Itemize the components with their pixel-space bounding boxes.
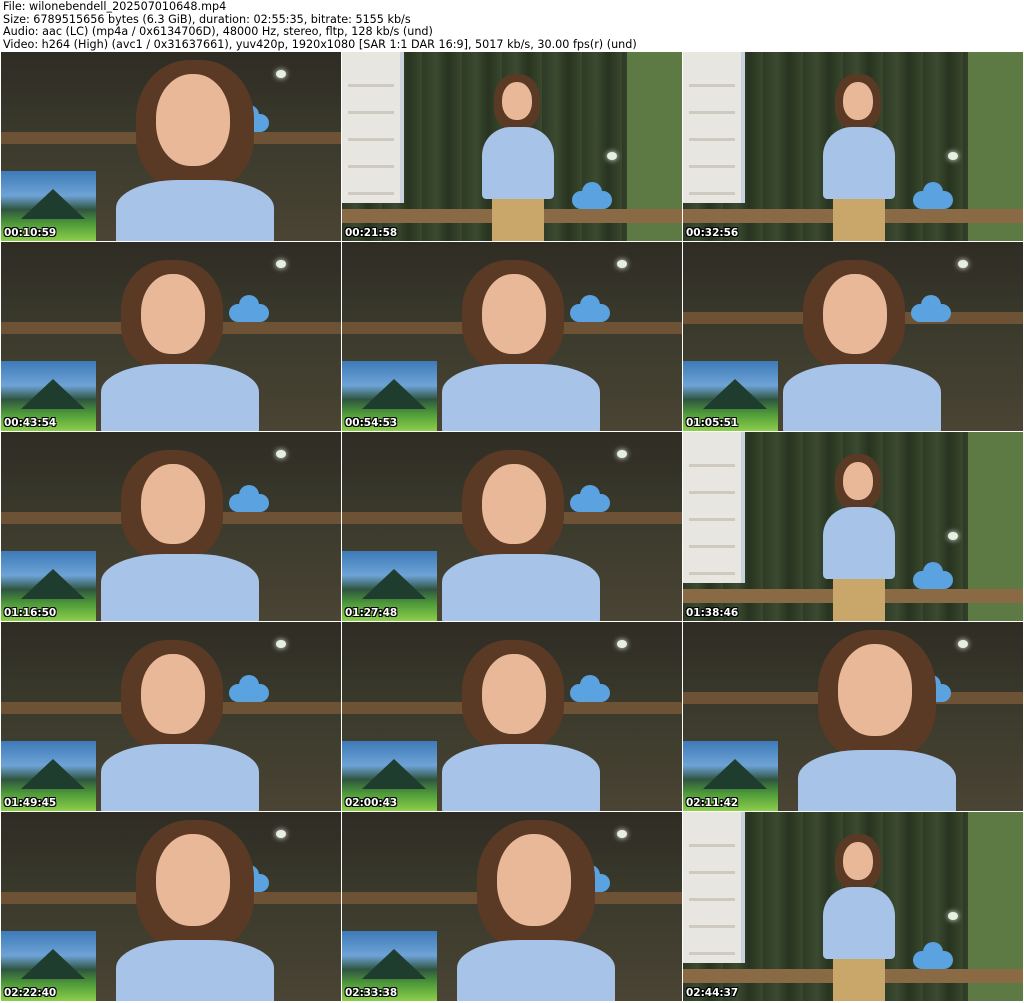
thumbnail-frame: 00:10:59 (1, 52, 341, 241)
file-name-line: File: wilonebendell_202507010648.mp4 (3, 0, 227, 13)
timestamp-label: 00:21:58 (345, 227, 398, 239)
thumbnail-image (683, 52, 1023, 241)
timestamp-label: 02:22:40 (4, 987, 57, 999)
thumbnail-image (342, 622, 682, 811)
audio-info-line: Audio: aac (LC) (mp4a / 0x6134706D), 480… (3, 25, 433, 39)
thumbnail-grid: 00:10:59 00:21:58 00:32:56 00:43:54 00:54:53… (1, 52, 1023, 1002)
timestamp-label: 01:38:46 (686, 607, 739, 619)
timestamp-label: 00:32:56 (686, 227, 739, 239)
video-info-line: Video: h264 (High) (avc1 / 0x31637661), … (3, 37, 637, 51)
thumbnail-frame: 01:05:51 (683, 242, 1023, 431)
thumbnail-image (342, 242, 682, 431)
timestamp-label: 02:44:37 (686, 987, 739, 999)
timestamp-label: 00:10:59 (4, 227, 57, 239)
thumbnail-frame: 02:33:38 (342, 812, 682, 1001)
timestamp-label: 02:11:42 (686, 797, 739, 809)
timestamp-label: 02:33:38 (345, 987, 398, 999)
thumbnail-frame: 02:44:37 (683, 812, 1023, 1001)
thumbnail-image (683, 812, 1023, 1001)
thumbnail-frame: 00:54:53 (342, 242, 682, 431)
thumbnail-frame: 01:38:46 (683, 432, 1023, 621)
thumbnail-frame: 02:22:40 (1, 812, 341, 1001)
thumbnail-frame: 01:27:48 (342, 432, 682, 621)
thumbnail-frame: 01:49:45 (1, 622, 341, 811)
thumbnail-image (1, 432, 341, 621)
thumbnail-image (683, 242, 1023, 431)
file-info-header: File: wilonebendell_202507010648.mp4 Siz… (3, 0, 1021, 51)
timestamp-label: 01:05:51 (686, 417, 739, 429)
thumbnail-image (1, 242, 341, 431)
thumbnail-frame: 01:16:50 (1, 432, 341, 621)
thumbnail-frame: 00:21:58 (342, 52, 682, 241)
thumbnail-image (342, 432, 682, 621)
timestamp-label: 01:49:45 (4, 797, 57, 809)
timestamp-label: 00:54:53 (345, 417, 398, 429)
thumbnail-frame: 00:32:56 (683, 52, 1023, 241)
thumbnail-frame: 02:00:43 (342, 622, 682, 811)
thumbnail-image (342, 812, 682, 1001)
thumbnail-image (1, 812, 341, 1001)
timestamp-label: 00:43:54 (4, 417, 57, 429)
thumbnail-image (342, 52, 682, 241)
thumbnail-image (683, 432, 1023, 621)
thumbnail-frame: 02:11:42 (683, 622, 1023, 811)
timestamp-label: 01:16:50 (4, 607, 57, 619)
thumbnail-image (683, 622, 1023, 811)
timestamp-label: 01:27:48 (345, 607, 398, 619)
timestamp-label: 02:00:43 (345, 797, 398, 809)
thumbnail-image (1, 622, 341, 811)
thumbnail-frame: 00:43:54 (1, 242, 341, 431)
thumbnail-image (1, 52, 341, 241)
